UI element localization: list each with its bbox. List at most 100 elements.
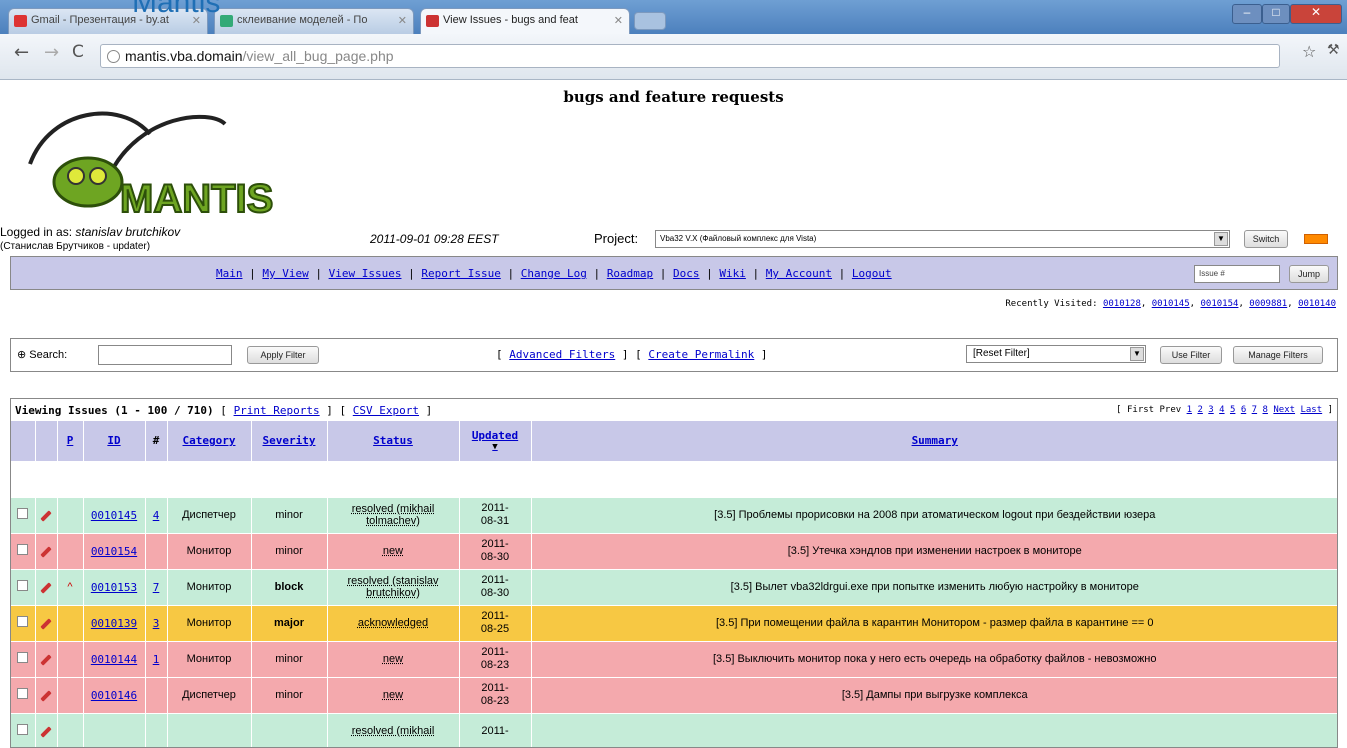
table-row[interactable]: 0010145 4 Диспетчер minor resolved (mikhail … (11, 497, 1337, 534)
page-link[interactable]: 6 (1241, 405, 1246, 415)
switch-button[interactable]: Switch (1244, 230, 1288, 248)
print-reports-link[interactable]: Print Reports (234, 404, 320, 417)
row-edit-cell[interactable] (35, 497, 58, 534)
menu-main[interactable]: Main (216, 267, 243, 280)
column-header-updated[interactable]: Updated ▼ (459, 421, 532, 462)
column-header-status[interactable]: Status (327, 421, 460, 462)
row-select-cell[interactable] (11, 605, 36, 642)
recent-link[interactable]: 0010154 (1201, 299, 1239, 309)
manage-filters-button[interactable]: Manage Filters (1233, 346, 1323, 364)
advanced-filters-link[interactable]: Advanced Filters (509, 348, 615, 361)
table-row[interactable]: 0010139 3 Монитор major acknowledged 2011- 08-… (11, 605, 1337, 642)
table-row[interactable]: 0010146 Диспетчер minor new 2011- 08-23 [3.5] … (11, 677, 1337, 714)
issue-id-link[interactable]: 0010154 (91, 545, 137, 558)
notes-count-link[interactable]: 3 (153, 617, 160, 630)
row-edit-cell[interactable] (35, 533, 58, 570)
minimize-button[interactable]: – (1232, 4, 1262, 24)
page-link[interactable]: 5 (1230, 405, 1235, 415)
column-header-summary[interactable]: Summary (531, 421, 1337, 462)
row-checkbox[interactable] (17, 688, 29, 699)
close-icon[interactable]: ✕ (614, 14, 623, 27)
column-header-id[interactable]: ID (83, 421, 146, 462)
menu-wiki[interactable]: Wiki (719, 267, 746, 280)
menu-docs[interactable]: Docs (673, 267, 700, 280)
row-checkbox[interactable] (17, 652, 29, 663)
row-select-cell[interactable] (11, 497, 36, 534)
pencil-icon[interactable] (40, 582, 52, 594)
row-select-cell[interactable] (11, 677, 36, 714)
menu-my-account[interactable]: My Account (766, 267, 832, 280)
menu-change-log[interactable]: Change Log (521, 267, 587, 280)
star-icon[interactable]: ☆ (1302, 42, 1316, 61)
issue-number-input[interactable]: Issue # (1194, 265, 1280, 283)
pencil-icon[interactable] (40, 726, 52, 738)
column-header-priority[interactable]: P (57, 421, 84, 462)
csv-export-link[interactable]: CSV Export (353, 404, 419, 417)
pencil-icon[interactable] (40, 690, 52, 702)
table-row[interactable]: 0010154 Монитор minor new 2011- 08-30 [3.5] Ут… (11, 533, 1337, 570)
row-select-cell[interactable] (11, 641, 36, 678)
issue-id-link[interactable]: 0010145 (91, 509, 137, 522)
notes-count-link[interactable]: 7 (153, 581, 160, 594)
row-checkbox[interactable] (17, 724, 29, 735)
issue-id-link[interactable]: 0010146 (91, 689, 137, 702)
row-checkbox[interactable] (17, 580, 29, 591)
page-link[interactable]: 1 (1187, 405, 1192, 415)
row-select-cell[interactable] (11, 713, 36, 747)
row-checkbox[interactable] (17, 616, 29, 627)
issue-id-link[interactable]: 0010139 (91, 617, 137, 630)
recent-link[interactable]: 0010128 (1103, 299, 1141, 309)
row-edit-cell[interactable] (35, 569, 58, 606)
row-checkbox[interactable] (17, 544, 29, 555)
close-icon[interactable]: ✕ (398, 14, 407, 27)
last-page-link[interactable]: Last (1300, 405, 1322, 415)
row-select-cell[interactable] (11, 533, 36, 570)
column-header-category[interactable]: Category (167, 421, 252, 462)
search-input[interactable] (98, 345, 232, 365)
column-header-severity[interactable]: Severity (251, 421, 328, 462)
table-row[interactable]: ^ 0010153 7 Монитор block resolved (stanislav… (11, 569, 1337, 606)
table-row[interactable]: 0010144 1 Монитор minor new 2011- 08-23 [3.5] В… (11, 641, 1337, 678)
use-filter-button[interactable]: Use Filter (1160, 346, 1222, 364)
page-link[interactable]: 3 (1208, 405, 1213, 415)
page-link[interactable]: 7 (1252, 405, 1257, 415)
apply-filter-button[interactable]: Apply Filter (247, 346, 319, 364)
row-checkbox[interactable] (17, 508, 29, 519)
rss-icon[interactable] (1304, 234, 1328, 244)
page-link[interactable]: 8 (1263, 405, 1268, 415)
recent-link[interactable]: 0010140 (1298, 299, 1336, 309)
notes-count-link[interactable]: 1 (153, 653, 160, 666)
forward-icon[interactable]: → (44, 42, 59, 63)
project-select[interactable]: Vba32 V.X (Файловый комплекс для Vista) … (655, 230, 1230, 248)
pencil-icon[interactable] (40, 546, 52, 558)
create-permalink-link[interactable]: Create Permalink (648, 348, 754, 361)
jump-button[interactable]: Jump (1289, 265, 1329, 283)
pencil-icon[interactable] (40, 618, 52, 630)
pencil-icon[interactable] (40, 510, 52, 522)
recent-link[interactable]: 0010145 (1152, 299, 1190, 309)
row-edit-cell[interactable] (35, 605, 58, 642)
page-link[interactable]: 4 (1219, 405, 1224, 415)
row-edit-cell[interactable] (35, 677, 58, 714)
pencil-icon[interactable] (40, 654, 52, 666)
next-page-link[interactable]: Next (1273, 405, 1295, 415)
row-select-cell[interactable] (11, 569, 36, 606)
menu-logout[interactable]: Logout (852, 267, 892, 280)
recent-link[interactable]: 0009881 (1249, 299, 1287, 309)
menu-report-issue[interactable]: Report Issue (421, 267, 500, 280)
menu-roadmap[interactable]: Roadmap (607, 267, 653, 280)
window-close-button[interactable]: ✕ (1290, 4, 1342, 24)
row-edit-cell[interactable] (35, 641, 58, 678)
row-edit-cell[interactable] (35, 713, 58, 747)
issue-id-link[interactable]: 0010144 (91, 653, 137, 666)
notes-count-link[interactable]: 4 (153, 509, 160, 522)
reload-icon[interactable]: C (72, 42, 84, 62)
url-bar[interactable]: mantis.vba.domain/view_all_bug_page.php (100, 44, 1280, 68)
page-link[interactable]: 2 (1197, 405, 1202, 415)
browser-tab-models[interactable]: склеивание моделей - По ✕ (214, 8, 414, 34)
reset-filter-select[interactable]: [Reset Filter] ▼ (966, 345, 1146, 363)
browser-tab-mantis[interactable]: View Issues - bugs and feat ✕ (420, 8, 630, 34)
menu-my-view[interactable]: My View (262, 267, 308, 280)
table-row[interactable]: resolved (mikhail 2011- (11, 713, 1337, 747)
wrench-icon[interactable]: ⚒ (1327, 42, 1340, 58)
